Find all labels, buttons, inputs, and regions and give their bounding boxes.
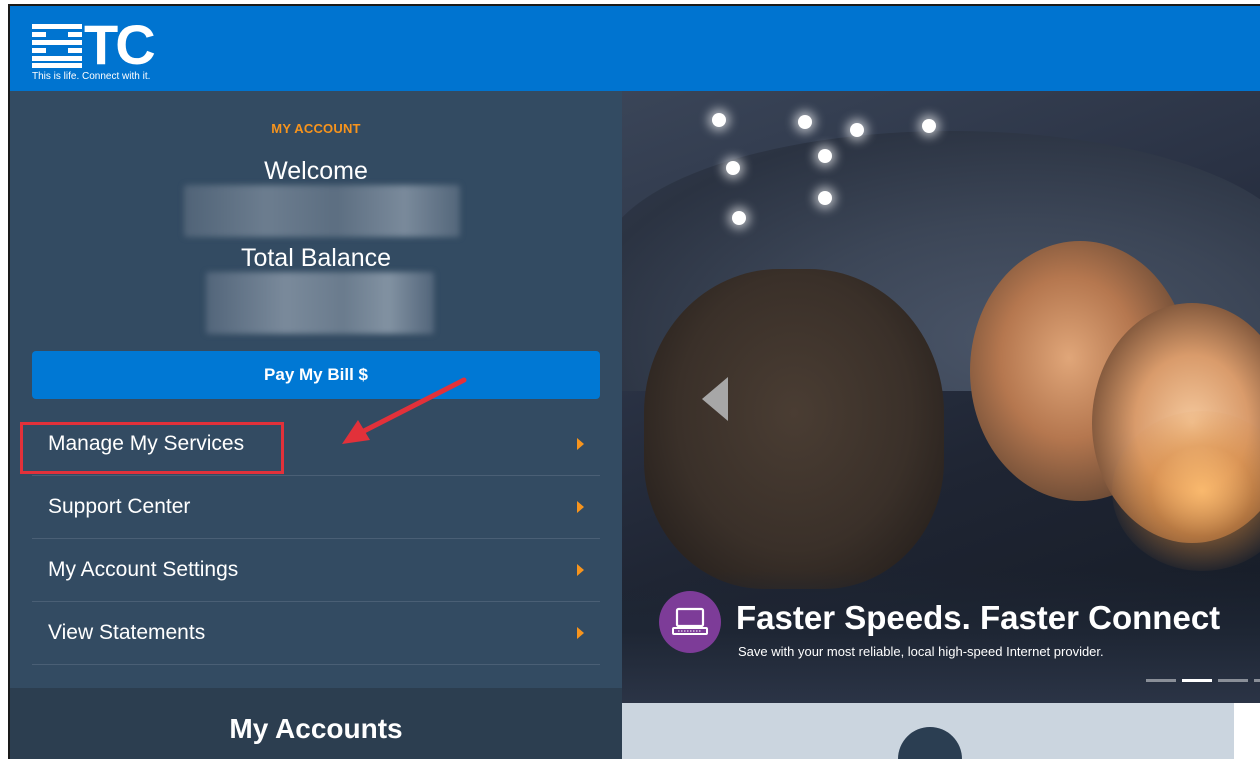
menu-item-support-center[interactable]: Support Center xyxy=(32,476,600,539)
redacted-customer-name xyxy=(184,185,460,237)
pay-my-bill-button[interactable]: Pay My Bill $ xyxy=(32,351,600,399)
menu-item-label: My Account Settings xyxy=(48,558,239,581)
hero-carousel[interactable]: Faster Speeds. Faster Connect Save with … xyxy=(622,91,1260,703)
redacted-balance-amount xyxy=(206,272,434,334)
string-light xyxy=(712,113,726,127)
chevron-right-icon xyxy=(577,564,584,576)
htc-logo[interactable]: TC This is life. Connect with it. xyxy=(32,13,172,84)
account-menu: Manage My Services Support Center My Acc… xyxy=(32,413,600,665)
logo-tagline: This is life. Connect with it. xyxy=(32,71,151,82)
menu-item-label: Support Center xyxy=(48,495,191,518)
site-header: TC This is life. Connect with it. xyxy=(10,6,1260,91)
menu-item-label: Manage My Services xyxy=(48,432,245,455)
carousel-prev-arrow-icon[interactable] xyxy=(702,377,728,421)
string-light xyxy=(922,119,936,133)
my-account-label: MY ACCOUNT xyxy=(271,121,361,136)
carousel-dot[interactable] xyxy=(1146,679,1176,682)
logo-wordmark: TC xyxy=(32,13,156,76)
menu-item-view-statements[interactable]: View Statements xyxy=(32,602,600,665)
chevron-right-icon xyxy=(577,501,584,513)
tile-gap xyxy=(1234,703,1260,759)
hero-headline: Faster Speeds. Faster Connect xyxy=(736,599,1221,636)
carousel-dot[interactable] xyxy=(1218,679,1248,682)
chevron-right-icon xyxy=(577,438,584,450)
page-frame: TC This is life. Connect with it. MY ACC… xyxy=(8,4,1260,759)
feature-tiles-strip xyxy=(622,703,1260,759)
string-light xyxy=(726,161,740,175)
carousel-dot[interactable] xyxy=(1254,679,1260,682)
hero-caption-backdrop xyxy=(622,571,1260,703)
menu-item-label: View Statements xyxy=(48,621,206,644)
laptop-icon xyxy=(659,591,721,653)
total-balance-label: Total Balance xyxy=(240,244,392,272)
string-light xyxy=(732,211,746,225)
string-light xyxy=(850,123,864,137)
account-sidebar: MY ACCOUNT Welcome Total Balance Pay My … xyxy=(10,91,622,759)
menu-item-my-account-settings[interactable]: My Account Settings xyxy=(32,539,600,602)
carousel-dot-active[interactable] xyxy=(1182,679,1212,682)
logo-h-glyph xyxy=(32,22,82,68)
carousel-indicators xyxy=(1140,679,1260,682)
welcome-text: Welcome xyxy=(264,157,368,185)
logo-tc-text: TC xyxy=(84,13,156,76)
string-light xyxy=(798,115,812,129)
menu-item-manage-my-services[interactable]: Manage My Services xyxy=(32,413,600,476)
hero-image-teddy-bear xyxy=(644,269,944,589)
feature-icon-circle xyxy=(898,727,962,759)
my-accounts-section: My Accounts xyxy=(10,688,622,759)
string-light xyxy=(818,149,832,163)
string-light xyxy=(818,191,832,205)
my-accounts-title: My Accounts xyxy=(229,713,403,744)
hero-subline: Save with your most reliable, local high… xyxy=(738,644,1104,659)
chevron-right-icon xyxy=(577,627,584,639)
